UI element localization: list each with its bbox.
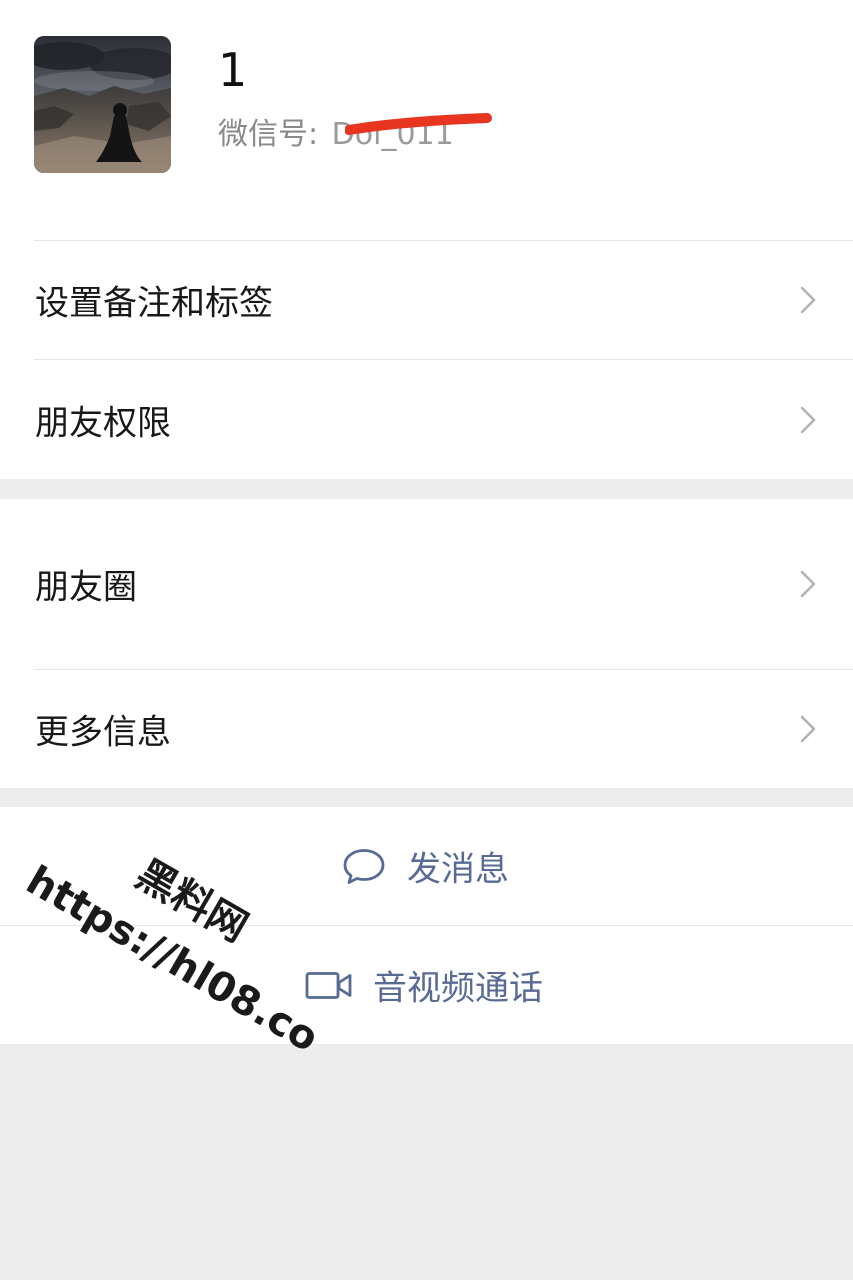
chevron-right-icon bbox=[800, 715, 816, 743]
contact-profile-page: 1 微信号: Dol_011 设置备注和标签 朋友权限 朋友圈 更多信息 发消息… bbox=[0, 0, 853, 1280]
video-call-label: 音视频通话 bbox=[373, 968, 543, 1009]
cell-label: 设置备注和标签 bbox=[35, 283, 273, 324]
video-camera-icon bbox=[305, 971, 352, 999]
avatar-photo bbox=[34, 36, 171, 173]
profile-header: 1 微信号: Dol_011 bbox=[0, 0, 853, 240]
nickname: 1 bbox=[218, 43, 248, 97]
cell-label: 朋友权限 bbox=[35, 403, 171, 443]
cell-moments[interactable]: 朋友圈 bbox=[0, 499, 853, 669]
wechat-id-row: 微信号: Dol_011 bbox=[218, 112, 454, 158]
video-call-button[interactable]: 音视频通话 bbox=[0, 926, 853, 1044]
cell-remark-and-tags[interactable]: 设置备注和标签 bbox=[0, 241, 853, 359]
avatar[interactable] bbox=[34, 36, 171, 173]
cell-label: 朋友圈 bbox=[35, 567, 137, 608]
chevron-right-icon bbox=[800, 406, 816, 433]
menu-group-1: 设置备注和标签 朋友权限 bbox=[0, 240, 853, 479]
send-message-button[interactable]: 发消息 bbox=[0, 807, 853, 925]
chevron-right-icon bbox=[800, 286, 816, 314]
cell-label: 更多信息 bbox=[35, 712, 171, 753]
wechat-id-label: 微信号: bbox=[218, 117, 319, 152]
cell-more-info[interactable]: 更多信息 bbox=[0, 670, 853, 788]
send-message-label: 发消息 bbox=[407, 849, 509, 890]
menu-group-2: 朋友圈 更多信息 bbox=[0, 499, 853, 788]
cell-friend-permissions[interactable]: 朋友权限 bbox=[0, 360, 853, 479]
wechat-id-value: Dol_011 bbox=[331, 117, 454, 152]
chat-bubble-icon bbox=[343, 848, 385, 884]
chevron-right-icon bbox=[800, 570, 816, 598]
